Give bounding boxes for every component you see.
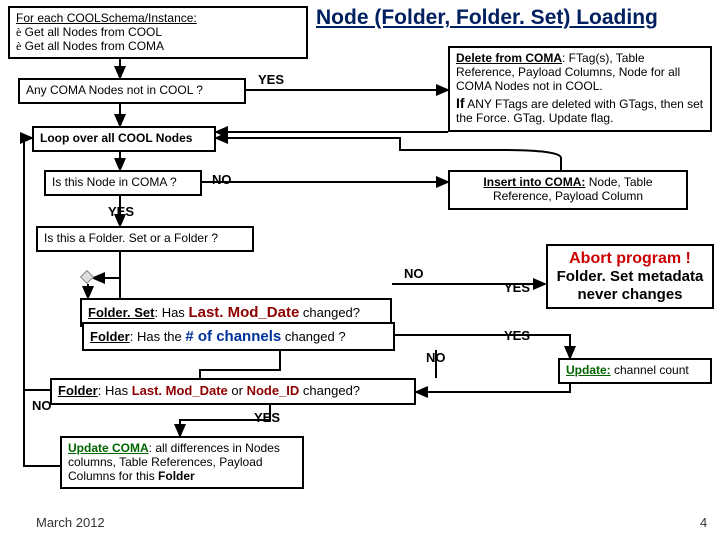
delete-if: If: [456, 95, 465, 111]
fch-d: changed ?: [281, 329, 345, 344]
fsset-a: Folder. Set: [88, 305, 154, 320]
upd-a: Update COMA: [68, 441, 149, 455]
delete-head: Delete from COMA: [456, 51, 562, 65]
insert-box: Insert into COMA: Node, Table Reference,…: [448, 170, 688, 210]
fch-a: Folder: [90, 329, 130, 344]
flm-a: Folder: [58, 383, 98, 398]
no-label-4: NO: [32, 398, 52, 413]
anycoma-box: Any COMA Nodes not in COOL ?: [18, 78, 246, 104]
flm-e: Node_ID: [247, 383, 300, 398]
flm-b: : Has: [98, 383, 132, 398]
upd-c: Folder: [158, 469, 195, 483]
delete-if-body: ANY FTags are deleted with GTags, then s…: [456, 97, 703, 125]
start-line3: Get all Nodes from COMA: [21, 39, 164, 53]
start-line2: Get all Nodes from COOL: [21, 25, 162, 39]
page-title: Node (Folder, Folder. Set) Loading: [316, 6, 658, 30]
fch-c: # of channels: [185, 328, 281, 345]
loop-box: Loop over all COOL Nodes: [32, 126, 216, 152]
update-channel-box: Update: channel count: [558, 358, 712, 384]
footer-date: March 2012: [36, 515, 105, 530]
yes-label-5: YES: [254, 410, 280, 425]
folder-channels-box: Folder: Has the # of channels changed ?: [82, 322, 395, 351]
fch-b: : Has the: [130, 329, 186, 344]
flm-d: or: [228, 383, 247, 398]
updch-b: channel count: [611, 363, 689, 377]
yes-label-1: YES: [258, 72, 284, 87]
fsset-d: changed?: [299, 305, 360, 320]
yes-label-2: YES: [108, 204, 134, 219]
start-box: For each COOLSchema/Instance: è Get all …: [8, 6, 308, 59]
flm-c: Last. Mod_Date: [132, 383, 228, 398]
yes-label-3: YES: [504, 280, 530, 295]
footer-page: 4: [700, 515, 707, 530]
fsset-c: Last. Mod_Date: [188, 304, 299, 321]
yes-label-4: YES: [504, 328, 530, 343]
isfs-box: Is this a Folder. Set or a Folder ?: [36, 226, 254, 252]
insert-head: Insert into COMA:: [483, 175, 585, 189]
abort-c: never changes: [554, 286, 706, 303]
abort-box: Abort program ! Folder. Set metadata nev…: [546, 244, 714, 309]
delete-box: Delete from COMA: FTag(s), Table Referen…: [448, 46, 712, 132]
abort-a: Abort program !: [554, 250, 706, 268]
flm-f: changed?: [299, 383, 360, 398]
update-coma-box: Update COMA: all differences in Nodes co…: [60, 436, 304, 489]
decision-diamond: [80, 270, 94, 284]
fsset-b: : Has: [154, 305, 188, 320]
no-label-3: NO: [426, 350, 446, 365]
isnode-box: Is this Node in COMA ?: [44, 170, 202, 196]
updch-a: Update:: [566, 363, 611, 377]
no-label-2: NO: [404, 266, 424, 281]
start-line1: For each COOLSchema/Instance:: [16, 11, 197, 25]
abort-b: Folder. Set metadata: [554, 268, 706, 285]
no-label-1: NO: [212, 172, 232, 187]
folder-lastmod-box: Folder: Has Last. Mod_Date or Node_ID ch…: [50, 378, 416, 405]
